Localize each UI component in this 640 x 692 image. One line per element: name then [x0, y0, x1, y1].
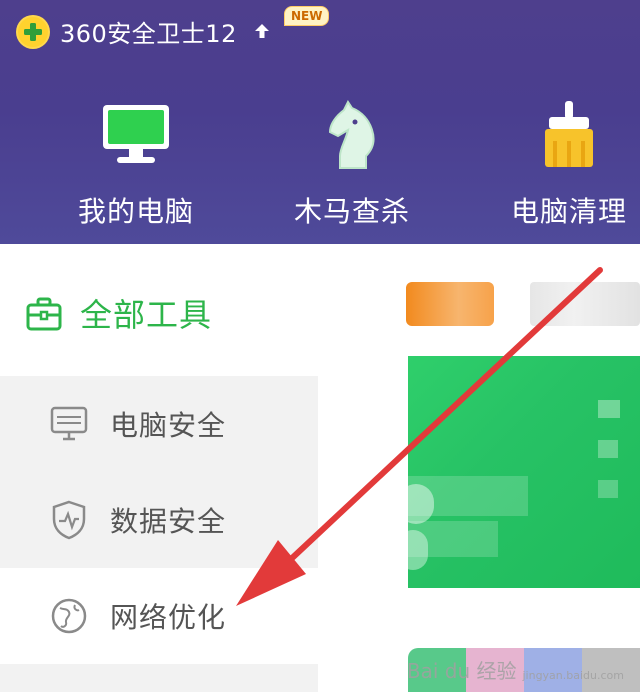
menu-item-label: 网络优化 — [110, 601, 227, 634]
menu-item-label: 电脑安全 — [110, 409, 227, 442]
app-logo-icon — [16, 14, 50, 49]
category-tag-gray[interactable] — [530, 282, 640, 326]
menu-item-data-security[interactable]: 数据安全 — [0, 472, 318, 568]
tools-content-area — [318, 244, 640, 692]
app-title: 360安全卫士12 — [60, 20, 237, 48]
watermark: Bai du 经验 jingyan.baidu.com — [407, 655, 624, 684]
toolbox-icon — [26, 297, 62, 331]
nav-label: 我的电脑 — [77, 195, 194, 228]
new-badge: NEW — [284, 6, 330, 26]
menu-item-label: 数据安全 — [110, 505, 227, 538]
featured-tool-card[interactable] — [398, 356, 640, 588]
monitor-icon — [96, 95, 176, 175]
horse-icon — [312, 95, 392, 175]
menu-item-pc-security[interactable]: 电脑安全 — [0, 376, 318, 472]
nav-label: 电脑清理 — [510, 195, 627, 228]
nav-pc-cleanup[interactable]: 电脑清理 — [489, 95, 640, 230]
category-tag-orange[interactable] — [406, 282, 494, 326]
top-header: 360安全卫士12 NEW 我的电脑 木马查杀 电脑清理 — [0, 0, 640, 244]
upgrade-icon[interactable] — [253, 23, 271, 41]
all-tools-header[interactable]: 全部工具 — [24, 290, 212, 336]
all-tools-title: 全部工具 — [80, 296, 213, 334]
nav-label: 木马查杀 — [293, 195, 410, 228]
nav-trojan-scan[interactable]: 木马查杀 — [272, 95, 432, 230]
menu-item-network-optimization[interactable]: 网络优化 — [0, 568, 318, 664]
tools-menu: 电脑安全 数据安全 网络优化 — [0, 376, 318, 692]
monitor-outline-icon — [46, 401, 92, 447]
broom-icon — [529, 95, 609, 175]
watermark-brand: Bai du 经验 — [406, 659, 517, 683]
globe-icon — [46, 593, 92, 639]
watermark-url: jingyan.baidu.com — [522, 669, 624, 682]
app-brand: 360安全卫士12 — [16, 14, 271, 49]
nav-my-computer[interactable]: 我的电脑 — [56, 95, 216, 230]
shield-pulse-icon — [46, 497, 92, 543]
